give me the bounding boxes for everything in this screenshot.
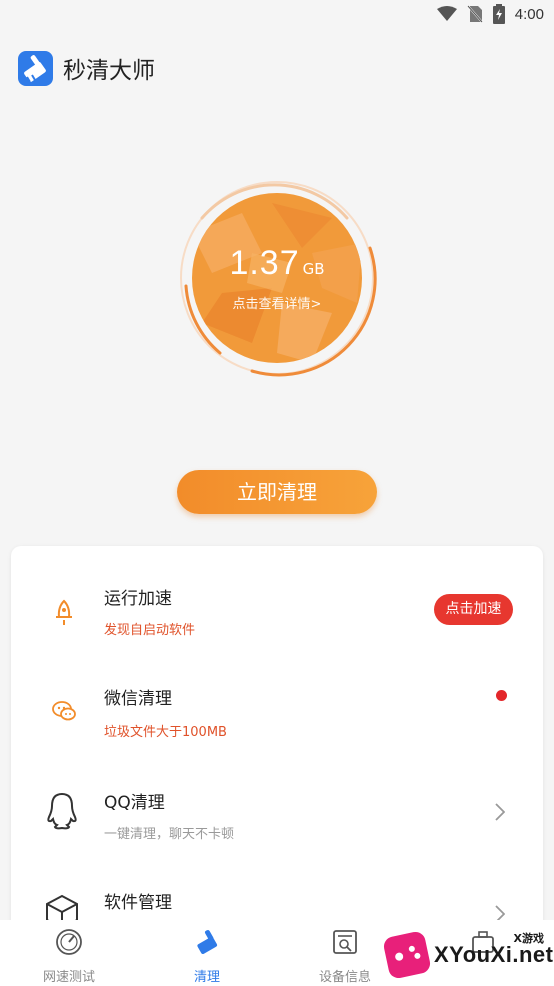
wifi-icon	[436, 6, 457, 21]
tab-clean[interactable]: 清理	[138, 920, 276, 986]
item-subtitle: 一键清理，聊天不卡顿	[104, 827, 235, 842]
app-logo-icon	[18, 50, 53, 86]
item-title: 运行加速	[104, 589, 172, 609]
tab-label: 清理	[193, 970, 220, 985]
rocket-icon	[45, 594, 83, 632]
item-subtitle: 发现自启动软件	[104, 623, 196, 638]
tab-label: 网速测试	[42, 970, 95, 985]
list-item-apps[interactable]: 软件管理	[11, 872, 543, 922]
storage-unit: GB	[302, 260, 325, 278]
wechat-icon	[45, 692, 83, 730]
app-bar: 秒清大师	[18, 48, 155, 88]
device-info-icon	[332, 928, 358, 956]
broom-icon	[193, 928, 221, 956]
list-item-qq[interactable]: QQ清理 一键清理，聊天不卡顿	[11, 770, 543, 870]
no-sim-icon	[467, 5, 483, 23]
battery-charging-icon	[492, 4, 505, 24]
chevron-right-icon	[495, 803, 505, 821]
item-subtitle: 垃圾文件大于100MB	[104, 725, 227, 740]
gamepad-logo-icon	[382, 930, 432, 980]
speedometer-icon	[55, 928, 83, 956]
boost-button[interactable]: 点击加速	[434, 594, 513, 625]
watermark-text: XYouXi.net	[434, 942, 554, 967]
list-item-wechat[interactable]: 微信清理 垃圾文件大于100MB	[11, 668, 543, 768]
item-title: 软件管理	[104, 893, 172, 913]
notification-dot	[496, 690, 507, 701]
storage-gauge[interactable]: 1.37 GB 点击查看详情>	[172, 178, 382, 388]
app-title: 秒清大师	[63, 58, 155, 84]
item-title: 微信清理	[104, 689, 172, 709]
qq-icon	[43, 792, 81, 830]
tab-label: 设备信息	[318, 970, 371, 985]
storage-value: 1.37	[229, 244, 300, 282]
clean-now-button[interactable]: 立即清理	[177, 470, 377, 514]
tab-speed-test[interactable]: 网速测试	[0, 920, 138, 986]
feature-list-card: 运行加速 发现自启动软件 点击加速 微信清理 垃圾文件大于100MB QQ清理 …	[11, 546, 543, 966]
package-box-icon	[43, 892, 81, 922]
item-title: QQ清理	[104, 793, 165, 813]
list-item-boost[interactable]: 运行加速 发现自启动软件 点击加速	[11, 566, 543, 666]
status-time: 4:00	[514, 5, 544, 23]
site-watermark: X游戏 XYouXi.net	[382, 930, 553, 982]
status-bar: 4:00	[0, 0, 554, 30]
storage-orb: 1.37 GB 点击查看详情>	[192, 193, 362, 363]
view-details-link[interactable]: 点击查看详情>	[233, 293, 322, 312]
